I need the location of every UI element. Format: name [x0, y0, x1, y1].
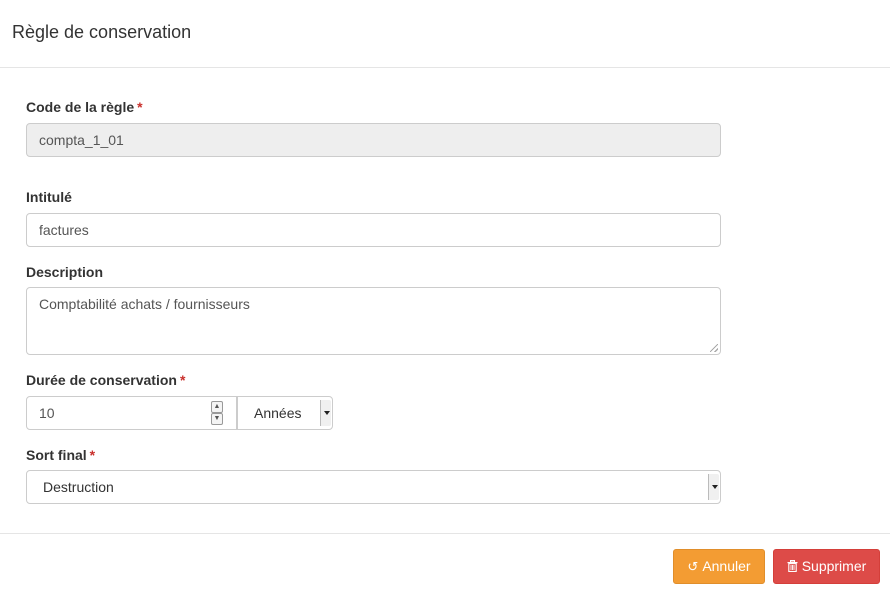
final-disposition-value: Destruction — [43, 479, 114, 495]
duration-number-input[interactable]: 10 ▲ ▼ — [26, 396, 237, 430]
modal-footer: ↺ Annuler Supprimer — [0, 533, 890, 608]
code-value: compta_1_01 — [39, 132, 124, 148]
description-label: Description — [26, 263, 103, 281]
chevron-down-icon — [320, 400, 331, 426]
modal-header: Règle de conservation — [0, 0, 890, 68]
title-label: Intitulé — [26, 188, 72, 206]
trash-icon — [787, 550, 798, 583]
cancel-button[interactable]: ↺ Annuler — [673, 549, 765, 584]
modal-title: Règle de conservation — [12, 22, 192, 42]
delete-button[interactable]: Supprimer — [773, 549, 880, 584]
resize-grip-icon[interactable] — [710, 344, 718, 352]
cancel-label: Annuler — [702, 558, 751, 574]
final-disposition-select[interactable]: Destruction — [26, 470, 721, 504]
title-value: factures — [39, 222, 89, 238]
title-field[interactable]: factures — [26, 213, 721, 247]
duration-spinner: ▲ ▼ — [211, 401, 223, 425]
spin-down-icon[interactable]: ▼ — [211, 413, 223, 425]
required-mark: * — [89, 447, 96, 463]
code-label: Code de la règle * — [26, 98, 143, 116]
description-label-text: Description — [26, 264, 104, 280]
code-field[interactable]: compta_1_01 — [26, 123, 721, 157]
spin-up-icon[interactable]: ▲ — [211, 401, 223, 413]
duration-value: 10 — [39, 405, 55, 421]
final-disposition-label: Sort final * — [26, 446, 95, 464]
description-textarea[interactable]: Comptabilité achats / fournisseurs — [26, 287, 721, 355]
duration-label: Durée de conservation * — [26, 371, 185, 389]
duration-unit-select[interactable]: Années — [237, 396, 333, 430]
duration-unit-value: Années — [254, 405, 302, 421]
chevron-down-icon — [708, 474, 719, 500]
description-value: Comptabilité achats / fournisseurs — [39, 296, 250, 312]
undo-icon: ↺ — [687, 559, 699, 574]
required-mark: * — [137, 99, 143, 115]
delete-label: Supprimer — [801, 558, 867, 574]
title-label-text: Intitulé — [26, 189, 72, 205]
final-disposition-label-text: Sort final — [26, 447, 87, 463]
duration-label-text: Durée de conservation — [26, 372, 177, 388]
required-mark: * — [179, 372, 186, 388]
code-label-text: Code de la règle — [26, 99, 135, 115]
